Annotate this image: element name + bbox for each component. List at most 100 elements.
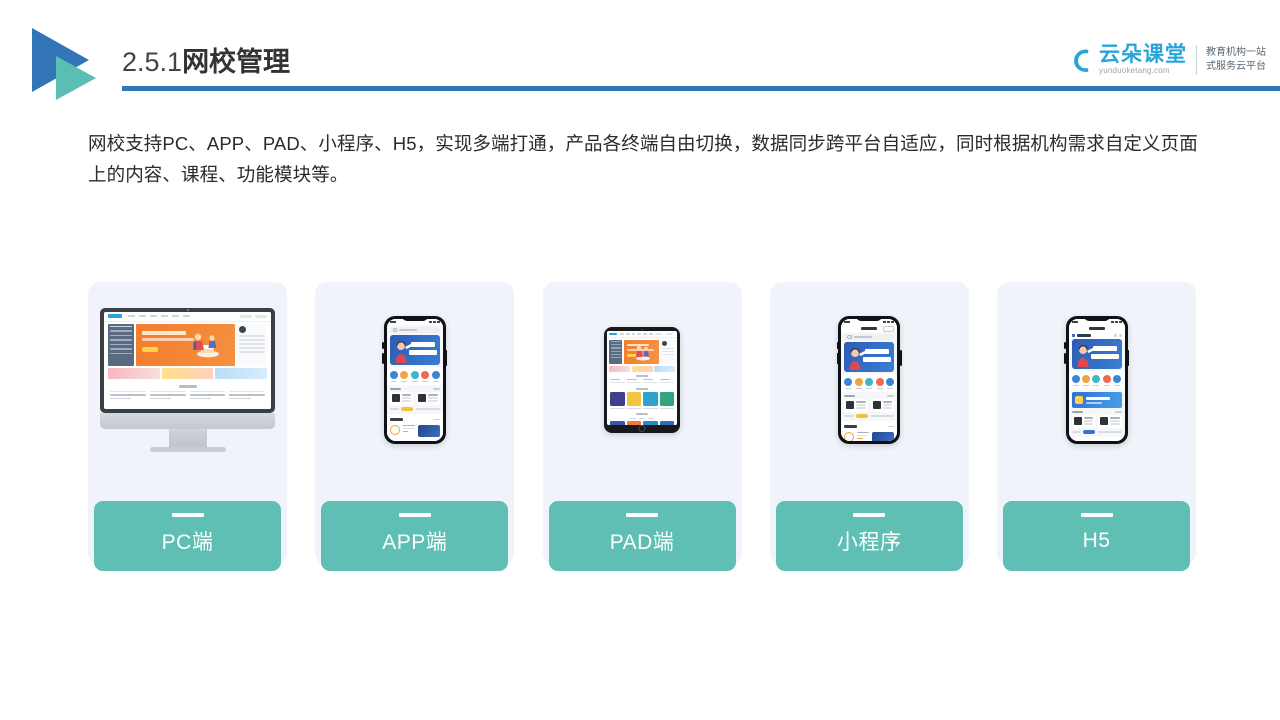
feature-item[interactable] (643, 379, 658, 384)
promo-card[interactable] (215, 367, 268, 379)
course-card[interactable] (189, 390, 226, 402)
teacher-line (428, 394, 438, 396)
tab-item[interactable] (630, 418, 636, 420)
teacher-card[interactable] (870, 399, 895, 412)
course-tile[interactable] (643, 392, 658, 410)
device-label-h5[interactable]: H5 (1003, 501, 1190, 571)
search-icon (392, 327, 398, 333)
quick-action[interactable] (1092, 375, 1101, 386)
feature-item[interactable] (610, 379, 625, 384)
device-card-pad[interactable]: PAD端 (542, 282, 742, 571)
course-card[interactable] (149, 390, 186, 402)
teacher-text (882, 401, 893, 410)
device-card-app[interactable]: APP端 (315, 282, 515, 571)
promo-card[interactable] (161, 367, 214, 379)
device-label-pad[interactable]: PAD端 (548, 501, 736, 571)
promo-card[interactable] (609, 365, 630, 372)
label-tick (1080, 513, 1113, 517)
menu-icon[interactable] (1113, 334, 1117, 337)
teacher-card[interactable] (416, 392, 440, 405)
sidebar-item (610, 353, 621, 355)
quick-action[interactable] (421, 371, 430, 382)
promo-card[interactable] (108, 367, 160, 379)
teacher-card[interactable] (1098, 415, 1122, 428)
quick-action[interactable] (875, 378, 884, 389)
device-label-app[interactable]: APP端 (321, 501, 509, 571)
more-link[interactable] (887, 395, 895, 397)
tile-image (626, 392, 641, 407)
teacher-tag-row (841, 412, 897, 418)
banner-cta-button[interactable] (142, 346, 158, 352)
course-item[interactable] (841, 429, 898, 441)
quick-action[interactable] (389, 371, 398, 382)
device-card-pc[interactable]: PC端 (88, 282, 287, 571)
h5-promo-banner[interactable] (1071, 392, 1122, 408)
course-item[interactable] (386, 422, 443, 439)
teacher-card[interactable] (389, 392, 414, 405)
quick-action[interactable] (431, 371, 440, 382)
course-card[interactable] (110, 390, 146, 402)
device-label-text: H5 (1082, 529, 1111, 552)
search-bar[interactable] (389, 327, 440, 333)
teacher-line (882, 404, 893, 406)
phone-screen (386, 319, 443, 441)
device-label-pc[interactable]: PC端 (94, 501, 281, 571)
miniprogram-capsule-button[interactable] (883, 325, 895, 332)
feature-item[interactable] (626, 379, 641, 384)
tag-group (389, 407, 414, 411)
course-tile[interactable] (610, 421, 625, 425)
quick-action[interactable] (1082, 375, 1091, 386)
course-tile[interactable] (643, 421, 658, 425)
quick-action[interactable] (410, 371, 419, 382)
phone-body (383, 316, 446, 444)
phone-body (1065, 316, 1128, 444)
course-tile[interactable] (626, 392, 641, 410)
smartphone-icon (1064, 316, 1129, 444)
tab-item[interactable] (648, 418, 654, 420)
panel-line (239, 347, 265, 349)
device-label-miniprogram[interactable]: 小程序 (775, 501, 963, 571)
app-hero-banner[interactable] (389, 335, 440, 365)
course-image (872, 431, 895, 441)
wifi-icon (887, 321, 891, 323)
teacher-text (1110, 417, 1120, 426)
teacher-card[interactable] (1071, 415, 1095, 428)
tablet-home-button[interactable] (638, 424, 646, 432)
more-link[interactable] (1114, 411, 1122, 413)
more-link[interactable] (432, 388, 440, 390)
search-bar[interactable] (844, 334, 895, 340)
quick-action[interactable] (865, 378, 874, 389)
quick-action[interactable] (1102, 375, 1111, 386)
promo-card[interactable] (654, 365, 675, 372)
browser-page-title (1088, 327, 1105, 330)
device-card-miniprogram[interactable]: 小程序 (769, 282, 969, 571)
quick-action[interactable] (886, 378, 894, 389)
device-card-h5[interactable]: H5 (997, 282, 1196, 571)
course-tile[interactable] (659, 421, 674, 425)
course-tile[interactable] (659, 392, 674, 410)
tab-item[interactable] (639, 418, 645, 420)
quick-action[interactable] (400, 371, 409, 382)
promo-card[interactable] (631, 365, 653, 372)
course-tile[interactable] (610, 392, 625, 410)
sidebar-heading (110, 325, 132, 327)
tablet-icon (604, 327, 680, 433)
app-hero-banner[interactable] (844, 342, 895, 372)
more-link[interactable] (888, 425, 895, 427)
course-item[interactable] (386, 438, 443, 441)
quick-action[interactable] (1071, 375, 1080, 386)
nav-item (139, 315, 146, 317)
teacher-line (882, 407, 893, 409)
teacher-card[interactable] (844, 399, 868, 412)
user-icon[interactable] (1118, 334, 1122, 337)
course-line (229, 397, 251, 400)
feature-item[interactable] (659, 379, 674, 384)
course-card[interactable] (229, 390, 265, 402)
section-title (389, 388, 401, 390)
more-link[interactable] (433, 418, 440, 420)
quick-action[interactable] (844, 378, 853, 389)
quick-action[interactable] (854, 378, 863, 389)
h5-hero-banner[interactable] (1071, 339, 1122, 369)
quick-action[interactable] (1113, 375, 1122, 386)
course-line (402, 427, 415, 429)
